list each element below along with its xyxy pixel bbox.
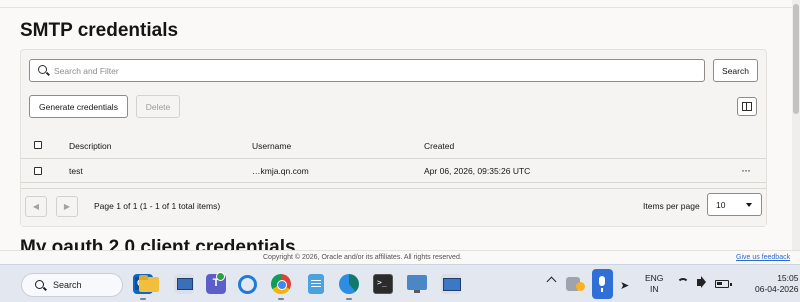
battery-icon[interactable]	[715, 280, 732, 288]
feedback-link[interactable]: Give us feedback	[736, 254, 790, 261]
file-explorer-icon[interactable]	[139, 274, 159, 294]
vertical-scrollbar[interactable]	[792, 0, 800, 264]
column-header-description[interactable]: Description	[69, 141, 112, 151]
page-footer: Copyright © 2026, Oracle and/or its affi…	[0, 250, 800, 264]
tray-notification-icon[interactable]	[576, 282, 585, 291]
items-per-page-label: Items per page	[643, 201, 700, 211]
row-actions-menu-icon[interactable]: ···	[741, 163, 751, 177]
active-indicator	[278, 298, 284, 300]
taskbar-search[interactable]: Search	[21, 273, 123, 297]
credentials-card: Search Generate credentials Delete Descr…	[20, 49, 767, 227]
generate-credentials-button[interactable]: Generate credentials	[29, 95, 128, 118]
wifi-icon[interactable]	[677, 278, 689, 290]
section-title-oauth: My oauth 2.0 client credentials	[20, 237, 296, 250]
items-per-page-value: 10	[716, 200, 726, 210]
main-page: SMTP credentials Search Generate credent…	[0, 0, 792, 250]
previous-page-button[interactable]: ◀	[25, 196, 47, 217]
search-icon	[38, 65, 47, 74]
remote-desktop-icon[interactable]	[441, 274, 461, 294]
active-indicator	[140, 298, 146, 300]
chevron-down-icon	[746, 203, 752, 207]
table-row: test …kmja.qn.com Apr 06, 2026, 09:35:26…	[21, 160, 766, 183]
search-button[interactable]: Search	[713, 59, 758, 82]
column-header-created[interactable]: Created	[424, 141, 454, 151]
clock-date: 06-04-2026	[755, 284, 799, 294]
search-field[interactable]	[29, 59, 705, 82]
microphone-icon[interactable]	[592, 269, 613, 299]
volume-icon[interactable]	[697, 279, 702, 286]
status-badge	[216, 272, 225, 281]
active-indicator	[346, 298, 352, 300]
row-created: Apr 06, 2026, 09:35:26 UTC	[424, 166, 531, 176]
row-username: …kmja.qn.com	[252, 166, 309, 176]
notepad-icon[interactable]	[308, 274, 324, 294]
items-per-page-select[interactable]: 10	[707, 193, 762, 216]
terminal-icon[interactable]	[373, 274, 393, 294]
taskbar-search-label: Search	[53, 280, 82, 290]
chevron-up-icon[interactable]	[546, 276, 557, 287]
search-input[interactable]	[54, 63, 694, 79]
page-title: SMTP credentials	[20, 20, 179, 41]
table-header: Description Username Created	[21, 135, 766, 159]
network-icon[interactable]	[174, 274, 194, 294]
column-header-username[interactable]: Username	[252, 141, 291, 151]
language-region: IN	[649, 284, 659, 294]
copyright-text: Copyright © 2026, Oracle and/or its affi…	[263, 254, 462, 261]
delete-button[interactable]: Delete	[136, 95, 180, 118]
pagination: ◀ ▶ Page 1 of 1 (1 - 1 of 1 total items)…	[21, 188, 766, 226]
search-icon	[35, 280, 44, 289]
clock-time: 15:05	[777, 273, 799, 283]
select-all-checkbox[interactable]	[34, 141, 42, 149]
row-description: test	[69, 166, 83, 176]
top-strip	[0, 0, 792, 8]
scrollbar-thumb[interactable]	[793, 4, 799, 114]
row-checkbox[interactable]	[34, 167, 42, 175]
monitor-icon[interactable]	[407, 275, 427, 293]
language-indicator[interactable]: ENG IN	[645, 273, 663, 295]
edge-icon[interactable]	[339, 274, 359, 294]
taskbar: Search ➤ ENG IN 15:05 06-04-2026	[0, 264, 800, 302]
chrome-icon[interactable]	[271, 274, 291, 294]
language-code: ENG	[645, 273, 664, 283]
manage-columns-button[interactable]	[737, 97, 757, 116]
page-info: Page 1 of 1 (1 - 1 of 1 total items)	[94, 201, 221, 211]
next-page-button[interactable]: ▶	[56, 196, 78, 217]
location-icon[interactable]: ➤	[620, 279, 629, 292]
columns-icon	[742, 102, 752, 111]
edge-gateway-icon[interactable]	[238, 275, 257, 294]
clock[interactable]: 15:05 06-04-2026	[755, 273, 798, 295]
